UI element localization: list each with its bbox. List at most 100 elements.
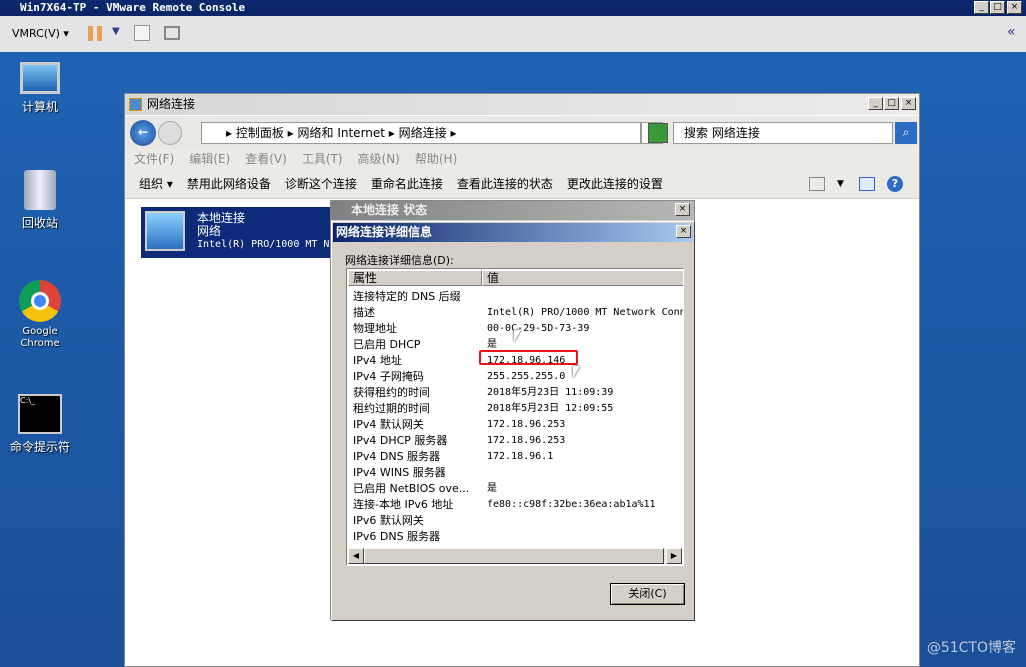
property-name: IPv6 DNS 服务器 — [353, 530, 441, 543]
item-network: 网络 — [197, 224, 222, 238]
maximize-button[interactable]: □ — [990, 1, 1005, 14]
property-name: 获得租约的时间 — [353, 386, 430, 399]
details-list[interactable]: 属性 值 连接特定的 DNS 后缀描述 Intel(R) PRO/1000 MT … — [346, 268, 684, 566]
back-icon[interactable]: ← — [130, 120, 156, 146]
menu-advanced[interactable]: 高级(N) — [358, 152, 400, 166]
send-keys-icon[interactable] — [134, 25, 150, 41]
scroll-right-icon[interactable]: ▶ — [666, 548, 682, 564]
detail-row[interactable]: IPv6 DNS 服务器 — [353, 529, 683, 545]
detail-row[interactable]: IPv4 子网掩码 255.255.255.0 — [353, 369, 683, 385]
close-button[interactable]: × — [1007, 1, 1022, 14]
change-settings-button[interactable]: 更改此连接的设置 — [567, 177, 663, 191]
detail-row[interactable]: IPv6 默认网关 — [353, 513, 683, 529]
desktop-icon-computer[interactable]: 计算机 — [0, 62, 80, 115]
horizontal-scrollbar[interactable]: ◀ ▶ — [348, 548, 682, 564]
ip-highlight-box — [479, 350, 578, 365]
detail-row[interactable]: 描述 Intel(R) PRO/1000 MT Network Conn — [353, 305, 683, 321]
property-name: IPv4 子网掩码 — [353, 370, 424, 383]
breadcrumb-item[interactable]: 网络连接 — [399, 126, 447, 140]
menu-edit[interactable]: 编辑(E) — [189, 152, 230, 166]
property-name: 连接-本地 IPv6 地址 — [353, 498, 454, 511]
status-close-button[interactable]: × — [675, 203, 690, 216]
vmrc-menu-label: VMRC(V) — [12, 27, 60, 40]
vmrc-menu[interactable]: VMRC(V) ▾ — [12, 27, 69, 40]
details-label: 网络连接详细信息(D): — [345, 254, 454, 267]
scroll-thumb[interactable] — [364, 548, 664, 564]
detail-row[interactable]: IPv4 DHCP 服务器 172.18.96.253 — [353, 433, 683, 449]
detail-row[interactable]: 获得租约的时间 2018年5月23日 11:09:39 — [353, 385, 683, 401]
property-value: 172.18.96.253 — [487, 435, 566, 446]
details-dialog: 网络连接详细信息 × 网络连接详细信息(D): 属性 值 连接特定的 DNS 后… — [331, 221, 695, 621]
icon-label: 计算机 — [21, 100, 58, 114]
search-icon[interactable]: ⌕ — [895, 122, 917, 144]
desktop-icon-cmd[interactable]: C:\_ 命令提示符 — [0, 394, 80, 455]
property-name: IPv4 WINS 服务器 — [353, 466, 446, 479]
organize-button[interactable]: 组织 ▾ — [139, 177, 173, 191]
local-connection-item[interactable]: 本地连接 网络 Intel(R) PRO/1000 MT N — [141, 207, 331, 258]
property-name: IPv6 默认网关 — [353, 514, 424, 527]
desktop-icon-recycle-bin[interactable]: 回收站 — [0, 170, 80, 231]
menu-bar: 文件(F) 编辑(E) 查看(V) 工具(T) 高级(N) 帮助(H) — [125, 148, 919, 170]
command-bar: 组织 ▾ 禁用此网络设备 诊断这个连接 重命名此连接 查看此连接的状态 更改此连接的设置 … — [125, 170, 919, 199]
menu-tools[interactable]: 工具(T) — [302, 152, 343, 166]
detail-row[interactable]: IPv4 默认网关 172.18.96.253 — [353, 417, 683, 433]
vmrc-title-bar: Win7X64-TP - VMware Remote Console — [0, 0, 1026, 16]
status-title-bar: 本地连接 状态 — [331, 201, 694, 220]
column-header-property[interactable]: 属性 — [348, 270, 482, 286]
rename-button[interactable]: 重命名此连接 — [371, 177, 443, 191]
explorer-maximize-button[interactable]: □ — [884, 97, 899, 110]
pause-icon[interactable] — [88, 26, 102, 41]
chrome-icon — [19, 280, 61, 322]
menu-file[interactable]: 文件(F) — [134, 152, 174, 166]
search-input[interactable]: 搜索 网络连接 — [673, 122, 893, 144]
breadcrumb-item[interactable]: 控制面板 — [236, 126, 284, 140]
refresh-icon[interactable] — [648, 123, 668, 143]
property-name: 连接特定的 DNS 后缀 — [353, 290, 461, 303]
network-adapter-icon — [145, 211, 185, 251]
collapse-icon[interactable]: « — [1007, 24, 1016, 40]
property-value: fe80::c98f:32be:36ea:ab1a%11 — [487, 499, 656, 510]
menu-help[interactable]: 帮助(H) — [415, 152, 457, 166]
detail-row[interactable]: IPv4 WINS 服务器 — [353, 465, 683, 481]
icon-label: 命令提示符 — [9, 440, 70, 454]
menu-view[interactable]: 查看(V) — [245, 152, 287, 166]
property-name: 描述 — [353, 306, 375, 319]
view-options-icon[interactable] — [809, 177, 825, 191]
explorer-minimize-button[interactable]: _ — [868, 97, 883, 110]
mouse-cursor-icon — [514, 330, 521, 342]
property-name: IPv4 DNS 服务器 — [353, 450, 441, 463]
property-value: 是 — [487, 483, 497, 494]
view-status-button[interactable]: 查看此连接的状态 — [457, 177, 553, 191]
cmd-icon: C:\_ — [18, 394, 62, 434]
details-close-icon[interactable]: × — [676, 225, 691, 238]
network-folder-icon — [129, 98, 142, 111]
icon-label: Google Chrome — [20, 326, 60, 349]
disable-device-button[interactable]: 禁用此网络设备 — [187, 177, 271, 191]
preview-pane-icon[interactable] — [859, 177, 875, 191]
detail-row[interactable]: 已启用 NetBIOS ove... 是 — [353, 481, 683, 497]
breadcrumb[interactable]: ▸ 控制面板 ▸ 网络和 Internet ▸ 网络连接 ▸ — [201, 122, 641, 144]
property-value: 2018年5月23日 11:09:39 — [487, 387, 614, 398]
property-name: 租约过期的时间 — [353, 402, 430, 415]
forward-icon[interactable] — [158, 121, 182, 145]
breadcrumb-item[interactable]: 网络和 Internet — [298, 126, 385, 140]
view-dropdown-icon[interactable]: ▼ — [837, 170, 844, 199]
column-header-value[interactable]: 值 — [482, 270, 683, 286]
help-icon[interactable]: ? — [887, 176, 903, 192]
detail-row[interactable]: 连接特定的 DNS 后缀 — [353, 289, 683, 305]
detail-row[interactable]: 连接-本地 IPv6 地址 fe80::c98f:32be:36ea:ab1a%1… — [353, 497, 683, 513]
detail-row[interactable]: IPv4 DNS 服务器 172.18.96.1 — [353, 449, 683, 465]
detail-row[interactable]: 租约过期的时间 2018年5月23日 12:09:55 — [353, 401, 683, 417]
explorer-close-button[interactable]: × — [901, 97, 916, 110]
property-name: 已启用 NetBIOS ove... — [353, 482, 470, 495]
diagnose-button[interactable]: 诊断这个连接 — [285, 177, 357, 191]
property-name: 已启用 DHCP — [353, 338, 421, 351]
close-button[interactable]: 关闭(C) — [610, 583, 685, 605]
minimize-button[interactable]: _ — [974, 1, 989, 14]
property-name: IPv4 地址 — [353, 354, 402, 367]
scroll-left-icon[interactable]: ◀ — [348, 548, 364, 564]
fullscreen-icon[interactable] — [164, 26, 180, 40]
desktop-icon-chrome[interactable]: Google Chrome — [0, 280, 80, 350]
property-value: 172.18.96.253 — [487, 419, 566, 430]
pause-dropdown-icon[interactable]: ▼ — [112, 26, 120, 37]
